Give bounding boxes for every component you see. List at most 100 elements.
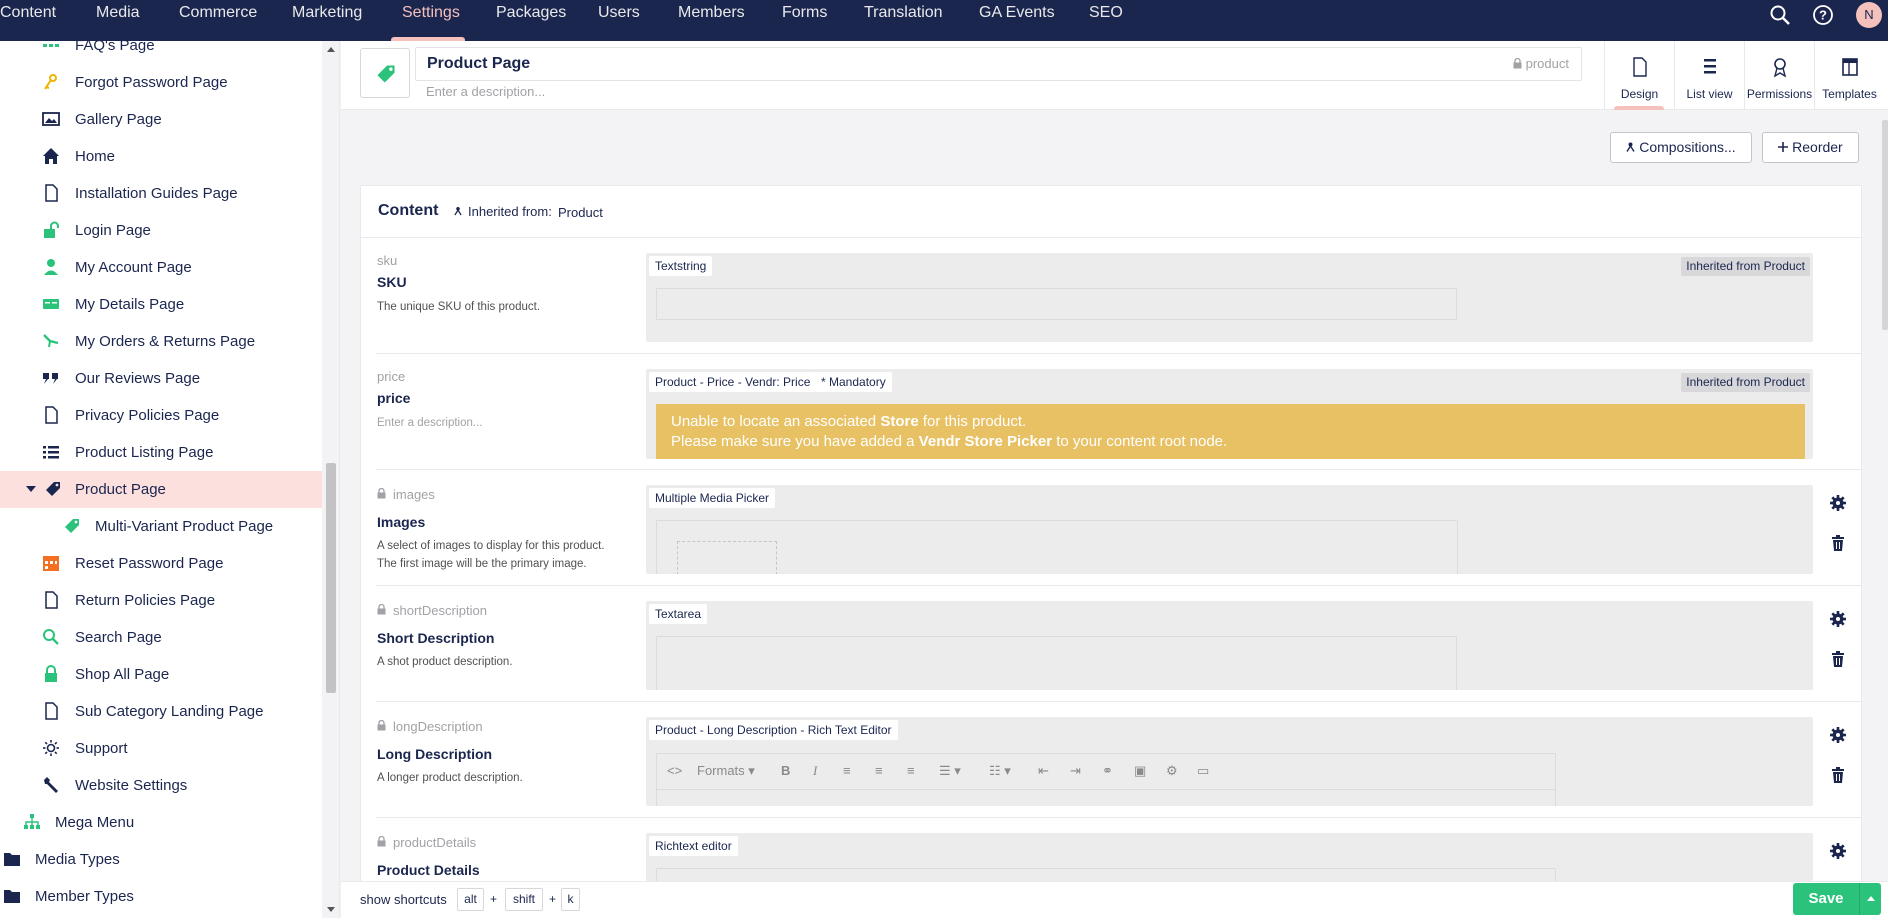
nav-ga-events[interactable]: GA Events [979, 0, 1055, 41]
property-description: Enter a description... [377, 417, 483, 429]
save-button[interactable]: Save [1793, 883, 1881, 915]
tree-item-label: Return Policies Page [75, 592, 216, 609]
scroll-down-icon[interactable] [327, 907, 335, 912]
nav-seo[interactable]: SEO [1089, 0, 1123, 41]
caret-down-icon[interactable] [26, 486, 36, 492]
tree-item-return-policies-page[interactable]: Return Policies Page [0, 582, 322, 619]
tab-permissions[interactable]: Permissions [1744, 41, 1814, 109]
tree-item-label: Gallery Page [75, 111, 162, 128]
tree-item-our-reviews-page[interactable]: Our Reviews Page [0, 360, 322, 397]
description-input[interactable]: Enter a description... [426, 84, 545, 99]
property-editor-sku[interactable]: Textstring Inherited from Product [646, 253, 1813, 342]
settings-icon[interactable] [1829, 610, 1847, 628]
tab-active-indicator [1614, 106, 1664, 110]
save-label: Save [1808, 890, 1844, 907]
tree-item-reset-password-page[interactable]: Reset Password Page [0, 545, 322, 582]
help-icon[interactable]: ? [1812, 4, 1834, 26]
compositions-button[interactable]: Compositions... [1610, 132, 1752, 163]
nav-media[interactable]: Media [96, 0, 140, 41]
calendar-icon [43, 556, 59, 571]
tree-item-label: Login Page [75, 222, 151, 239]
document-type-name-input[interactable]: Product Page product [415, 47, 1582, 81]
tree-item-gallery-page[interactable]: Gallery Page [0, 101, 322, 138]
editor-type-chip: Textarea [649, 604, 708, 624]
tree-item-multi-variant-product-page[interactable]: Multi-Variant Product Page [0, 508, 322, 545]
tree-item-website-settings[interactable]: Website Settings [0, 767, 322, 804]
tree-item-label: Mega Menu [55, 814, 135, 831]
grid-icon [43, 44, 59, 47]
nav-marketing[interactable]: Marketing [292, 0, 362, 41]
document-icon [1633, 57, 1647, 77]
search-icon[interactable] [1769, 4, 1791, 26]
tree-item-sub-category-landing-page[interactable]: Sub Category Landing Page [0, 693, 322, 730]
nav-content[interactable]: Content [0, 0, 56, 41]
scroll-up-icon[interactable] [327, 47, 335, 52]
align-center-icon: ≡ [875, 763, 883, 778]
property-editor-price[interactable]: Product - Price - Vendr: Price * Mandato… [646, 369, 1813, 459]
unlock-icon [44, 221, 59, 238]
tab-list-view[interactable]: List view [1674, 41, 1744, 109]
nav-forms[interactable]: Forms [782, 0, 827, 41]
tree-item-member-types[interactable]: Member Types [0, 878, 322, 915]
alias-field[interactable]: product [1513, 48, 1569, 80]
top-navigation: Content Media Commerce Marketing Setting… [0, 0, 1888, 41]
nav-commerce[interactable]: Commerce [179, 0, 257, 41]
avatar[interactable]: N [1856, 2, 1882, 28]
settings-icon[interactable] [1829, 494, 1847, 512]
settings-icon[interactable] [1829, 726, 1847, 744]
property-editor-images[interactable]: Multiple Media Picker [646, 485, 1813, 574]
editor-type-chip: Product - Price - Vendr: Price [649, 372, 817, 392]
tree-item-privacy-policies-page[interactable]: Privacy Policies Page [0, 397, 322, 434]
bold-icon: B [781, 763, 791, 778]
outdent-icon: ⇤ [1038, 763, 1049, 778]
nav-packages[interactable]: Packages [496, 0, 566, 41]
settings-icon[interactable] [1829, 842, 1847, 860]
sidebar-scrollbar-thumb[interactable] [326, 463, 336, 693]
delete-icon[interactable] [1829, 650, 1847, 668]
delete-icon[interactable] [1829, 766, 1847, 784]
tree-item-shop-all-page[interactable]: Shop All Page [0, 656, 322, 693]
tab-design[interactable]: Design [1604, 41, 1674, 109]
tree-item-forgot-password-page[interactable]: Forgot Password Page [0, 64, 322, 101]
tree-item-product-listing-page[interactable]: Product Listing Page [0, 434, 322, 471]
property-editor-short-description[interactable]: Textarea [646, 601, 1813, 690]
tree-item-search-page[interactable]: Search Page [0, 619, 322, 656]
reorder-button[interactable]: Reorder [1762, 132, 1859, 163]
tree-item-media-types[interactable]: Media Types [0, 841, 322, 878]
delete-icon[interactable] [1829, 534, 1847, 552]
lock-icon[interactable] [377, 488, 386, 499]
property-description: A shot product description. [377, 656, 513, 668]
nav-members[interactable]: Members [678, 0, 745, 41]
nav-settings[interactable]: Settings [402, 0, 460, 41]
tree-item-product-page[interactable]: Product Page [0, 471, 322, 508]
tree-item-login-page[interactable]: Login Page [0, 212, 322, 249]
tree-item-mega-menu[interactable]: Mega Menu [0, 804, 322, 841]
lock-icon[interactable] [377, 604, 386, 615]
tab-templates[interactable]: Templates [1814, 41, 1884, 109]
nav-users[interactable]: Users [598, 0, 640, 41]
tree-item-label: Search Page [75, 629, 162, 646]
save-options-caret[interactable] [1859, 883, 1881, 915]
tree-item-home[interactable]: Home [0, 138, 322, 175]
property-editor-product-details[interactable]: Richtext editor [646, 833, 1813, 881]
tree-item-installation-guides-page[interactable]: Installation Guides Page [0, 175, 322, 212]
tree-item-faqs-page[interactable]: FAQ's Page [0, 41, 322, 64]
inherited-badge: Inherited from Product [1681, 257, 1810, 276]
store-warning: Unable to locate an associated Store for… [656, 404, 1805, 459]
tree-item-my-account-page[interactable]: My Account Page [0, 249, 322, 286]
lock-icon[interactable] [377, 836, 386, 847]
embed-icon: ▭ [1197, 763, 1210, 778]
document-type-icon-picker[interactable] [360, 48, 410, 98]
show-shortcuts-label[interactable]: show shortcuts [360, 892, 447, 907]
caret-up-icon [1867, 896, 1875, 901]
property-editor-long-description[interactable]: Product - Long Description - Rich Text E… [646, 717, 1813, 806]
sidebar-tree: FAQ's Page Forgot Password Page Gallery … [0, 41, 340, 918]
main-scrollbar-thumb[interactable] [1882, 120, 1888, 330]
warning-line-1: Unable to locate an associated Store for… [671, 413, 1027, 430]
tree-item-my-details-page[interactable]: My Details Page [0, 286, 322, 323]
nav-translation[interactable]: Translation [864, 0, 943, 41]
lock-icon[interactable] [377, 720, 386, 731]
tree-item-my-orders-returns-page[interactable]: My Orders & Returns Page [0, 323, 322, 360]
document-icon [45, 406, 58, 424]
tree-item-support[interactable]: Support [0, 730, 322, 767]
